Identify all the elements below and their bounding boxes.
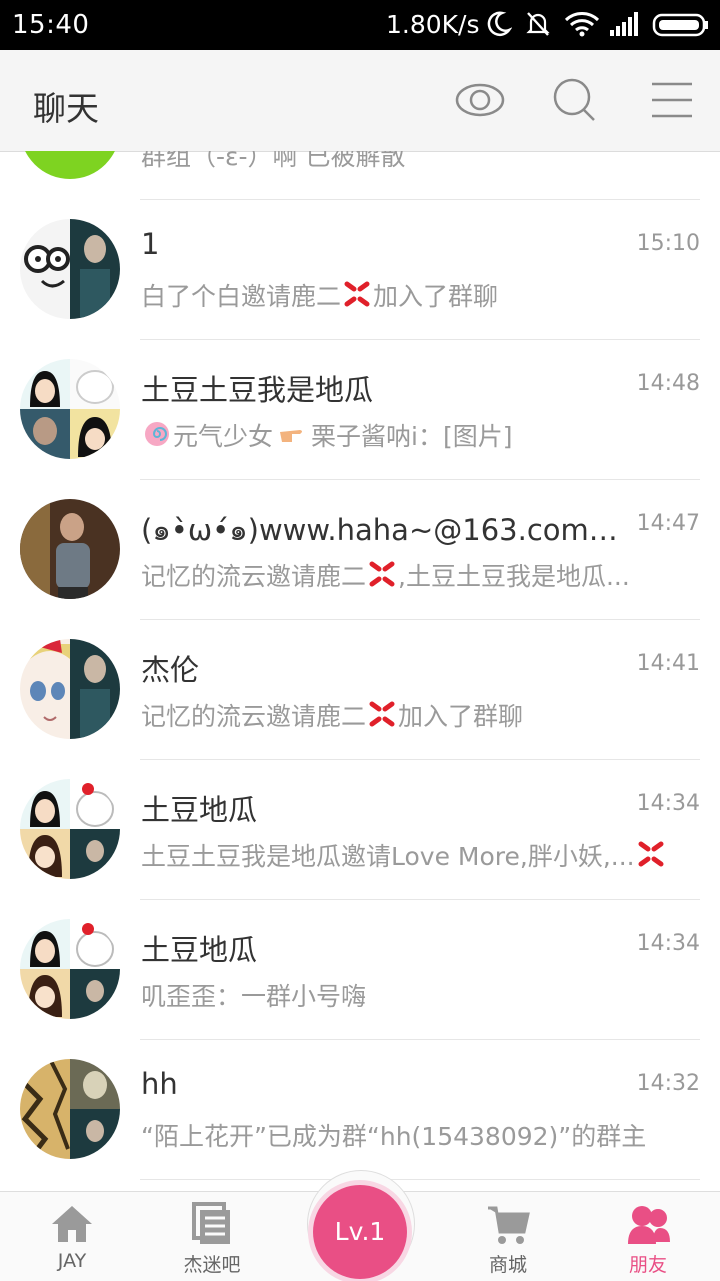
divider	[140, 899, 700, 900]
anger-emoji-icon	[344, 281, 370, 307]
signal-icon	[610, 12, 638, 36]
status-time: 15:40	[12, 10, 90, 40]
message-text: 元气少女	[173, 422, 274, 451]
tab-label: JAY	[57, 1250, 87, 1272]
chat-message: 土豆土豆我是地瓜邀请Love More,胖小妖,...	[141, 837, 701, 873]
mute-bell-icon	[526, 12, 550, 36]
chat-message: 叽歪歪：一群小号嗨	[141, 982, 367, 1011]
forum-icon	[192, 1202, 230, 1244]
chat-message: 群组（-ε-）啊 已被解散	[141, 151, 406, 171]
divider	[140, 199, 700, 200]
moon-icon	[487, 11, 512, 37]
chat-name: hh	[141, 1067, 178, 1101]
divider	[140, 759, 700, 760]
tab-label: 商城	[488, 1254, 527, 1276]
chat-name: (๑•̀ω•́๑)www.haha~@163.com你...	[141, 513, 631, 547]
chat-time: 14:48	[636, 371, 700, 396]
chat-item[interactable]: 1 15:10 白了个白邀请鹿二 加入了群聊	[0, 199, 720, 339]
tab-shop[interactable]: 商城	[448, 1192, 568, 1281]
chat-message: “陌上花开”已成为群“hh(15438092)”的群主	[141, 1122, 647, 1151]
wifi-icon	[564, 12, 600, 37]
status-bar: 15:40 1.80K/s	[0, 0, 720, 50]
friends-icon	[628, 1206, 670, 1244]
chat-name: 杰伦	[141, 653, 200, 687]
message-text: 白了个白邀请鹿二	[141, 282, 342, 311]
chat-time: 14:47	[636, 511, 700, 536]
chat-item[interactable]: 土豆土豆我是地瓜 14:48 元气少女 栗子酱呐i：[图片]	[0, 339, 720, 479]
divider	[140, 1039, 700, 1040]
message-text: 栗子酱呐i：[图片]	[311, 422, 513, 451]
chat-time: 14:41	[636, 651, 700, 676]
home-icon	[52, 1206, 92, 1242]
chat-time: 14:34	[636, 931, 700, 956]
avatar	[20, 499, 120, 599]
avatar	[20, 151, 120, 179]
eye-icon	[455, 83, 505, 117]
tab-label: 杰迷吧	[183, 1254, 241, 1276]
message-text: 记忆的流云邀请鹿二	[141, 562, 367, 591]
chat-item[interactable]: hh 14:32 “陌上花开”已成为群“hh(15438092)”的群主	[0, 1039, 720, 1179]
menu-button[interactable]	[644, 72, 704, 128]
message-text: 土豆土豆我是地瓜邀请Love More,胖小妖,...	[141, 842, 635, 871]
swirl-emoji-icon	[145, 422, 169, 446]
anger-emoji-icon	[369, 701, 395, 727]
search-icon	[553, 78, 595, 121]
chat-time: 14:32	[636, 1071, 700, 1096]
avatar	[20, 359, 120, 459]
chat-list[interactable]: 群组（-ε-）啊 已被解散 1 15:10 白了个白邀请鹿二 加入了群聊 土豆土…	[0, 151, 720, 1191]
chat-name: 土豆土豆我是地瓜	[141, 373, 374, 407]
chat-time: 14:34	[636, 791, 700, 816]
chat-time: 15:10	[636, 231, 700, 256]
message-text: ,土豆土豆我是地瓜...	[398, 562, 630, 591]
message-text: 加入了群聊	[373, 282, 499, 311]
cart-icon	[488, 1206, 530, 1244]
message-text: 加入了群聊	[398, 702, 524, 731]
divider	[140, 479, 700, 480]
chat-item[interactable]: (๑•̀ω•́๑)www.haha~@163.com你... 14:47 记忆的…	[0, 479, 720, 619]
search-button[interactable]	[548, 72, 608, 128]
chat-item[interactable]: 杰伦 14:41 记忆的流云邀请鹿二 加入了群聊	[0, 619, 720, 759]
avatar	[20, 1059, 120, 1159]
chat-name: 土豆地瓜	[141, 793, 258, 827]
chat-message: 记忆的流云邀请鹿二 ,土豆土豆我是地瓜...	[141, 557, 701, 593]
page-title: 聊天	[33, 89, 99, 128]
network-speed: 1.80K/s	[386, 10, 480, 39]
menu-icon	[652, 82, 692, 118]
divider	[140, 339, 700, 340]
level-button[interactable]: Lv.1	[313, 1185, 407, 1279]
anger-emoji-icon	[369, 561, 395, 587]
eye-button[interactable]	[452, 72, 512, 128]
avatar	[20, 919, 120, 1019]
avatar	[20, 219, 120, 319]
app-header: 聊天	[0, 50, 720, 152]
tab-jay[interactable]: JAY	[12, 1192, 132, 1281]
message-text: 记忆的流云邀请鹿二	[141, 702, 367, 731]
chat-message: 白了个白邀请鹿二 加入了群聊	[141, 277, 701, 313]
chat-name: 1	[141, 227, 160, 261]
chat-item[interactable]: 土豆地瓜 14:34 叽歪歪：一群小号嗨	[0, 899, 720, 1039]
tab-forum[interactable]: 杰迷吧	[152, 1192, 272, 1281]
divider	[140, 1179, 700, 1180]
chat-item[interactable]: 土豆地瓜 14:34 土豆土豆我是地瓜邀请Love More,胖小妖,...	[0, 759, 720, 899]
pointing-hand-emoji-icon	[280, 430, 303, 442]
battery-icon	[652, 13, 708, 37]
avatar	[20, 779, 120, 879]
avatar	[20, 639, 120, 739]
chat-message: 记忆的流云邀请鹿二 加入了群聊	[141, 697, 701, 733]
chat-item[interactable]: 群组（-ε-）啊 已被解散	[0, 151, 720, 199]
tab-friends[interactable]: 朋友	[588, 1192, 708, 1281]
chat-message: 元气少女 栗子酱呐i：[图片]	[141, 417, 701, 453]
chat-name: 土豆地瓜	[141, 933, 258, 967]
divider	[140, 619, 700, 620]
tab-label: 朋友	[628, 1254, 667, 1276]
anger-emoji-icon	[638, 841, 664, 867]
